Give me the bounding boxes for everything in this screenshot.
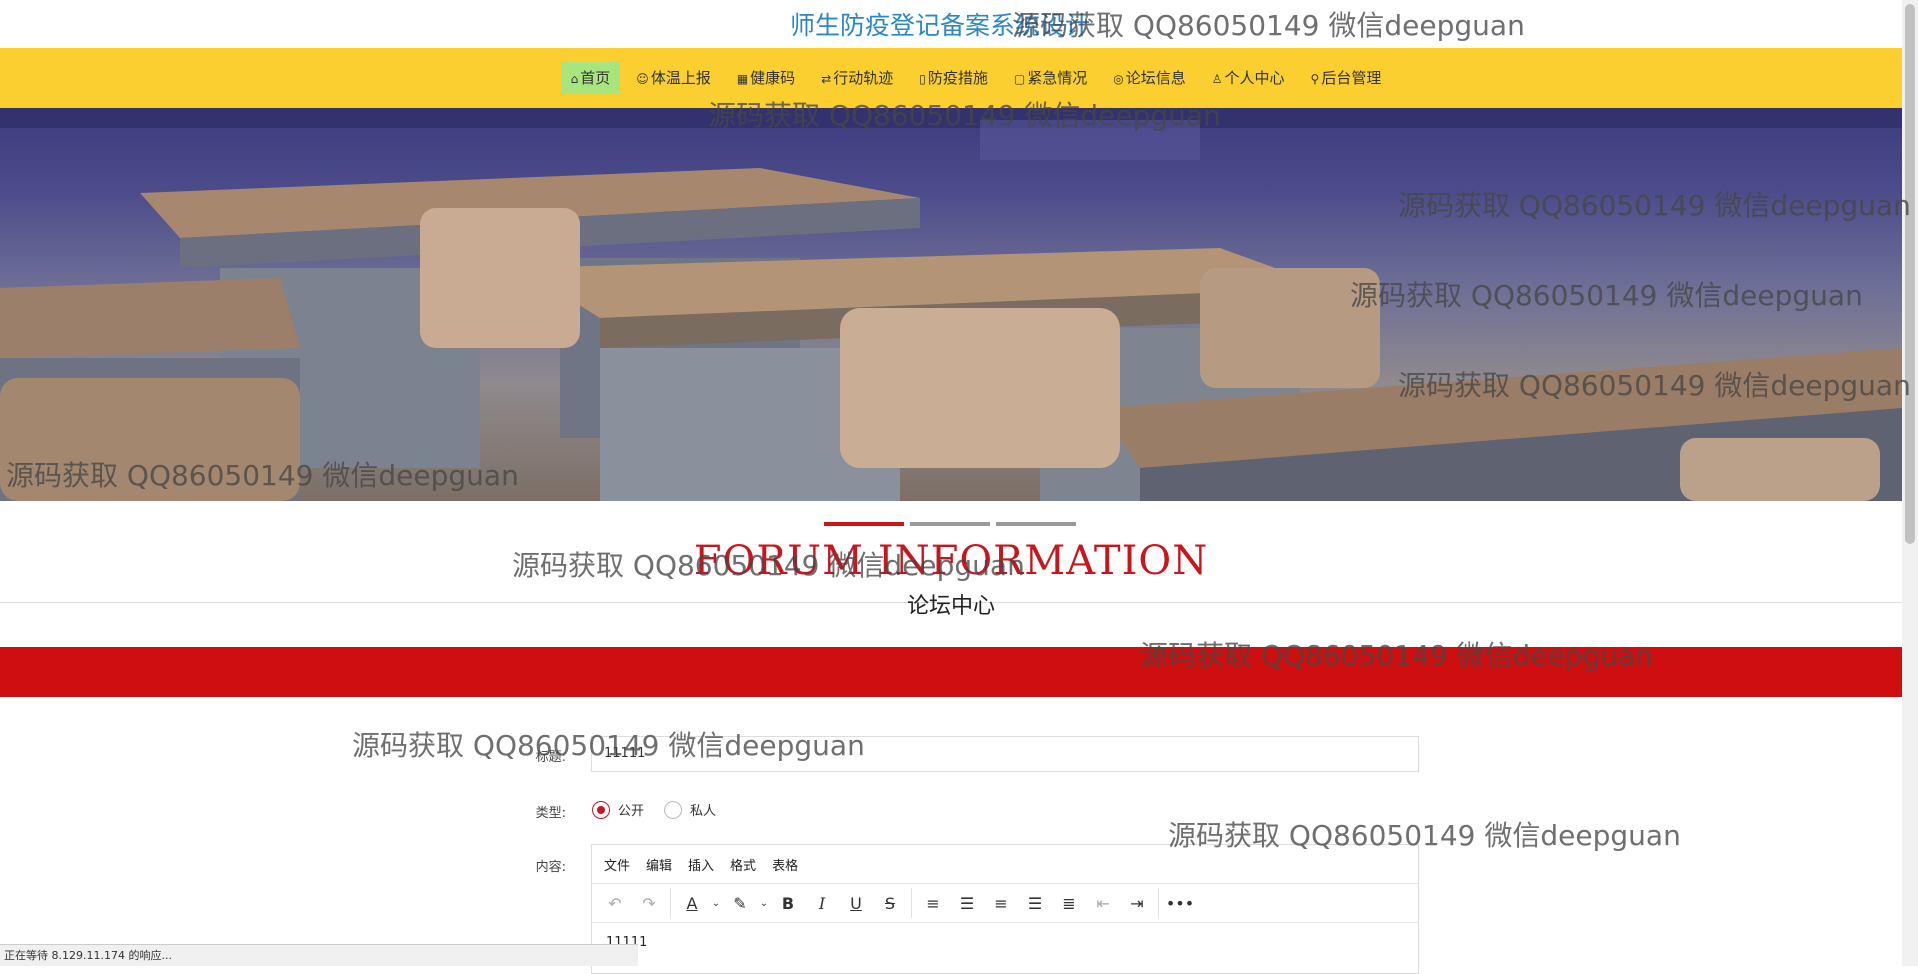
- nav-label: 体温上报: [650, 69, 711, 87]
- title-label: 标题:: [535, 750, 566, 765]
- scroll-thumb[interactable]: [1905, 4, 1915, 544]
- highlight-color-icon[interactable]: ✎: [723, 888, 757, 918]
- radio-public[interactable]: 公开: [592, 800, 644, 819]
- menu-insert[interactable]: 插入: [682, 855, 720, 874]
- nav-item-emergency[interactable]: ▢ 紧急情况: [1004, 62, 1097, 94]
- editor-menubar: 文件 编辑 插入 格式 表格: [592, 845, 1418, 884]
- chevron-down-icon[interactable]: ⌄: [757, 888, 771, 918]
- radio-label: 公开: [618, 804, 645, 819]
- page-scrollbar[interactable]: [1902, 0, 1918, 966]
- browser-status-bar: 正在等待 8.129.11.174 的响应...: [0, 944, 638, 966]
- chevron-down-icon[interactable]: ⌄: [709, 888, 723, 918]
- type-label: 类型:: [535, 806, 566, 821]
- nav-label: 紧急情况: [1027, 69, 1088, 87]
- nav-item-profile[interactable]: ♙ 个人中心: [1202, 62, 1295, 94]
- route-icon: ⇄: [821, 72, 832, 86]
- type-radio-group: 公开 私人: [592, 800, 716, 819]
- align-right-icon[interactable]: ☰: [1018, 888, 1052, 918]
- banner-carousel[interactable]: ➤: [0, 108, 1902, 501]
- carousel-dot-3[interactable]: [996, 522, 1076, 526]
- nav-item-admin[interactable]: ⚲ 后台管理: [1301, 62, 1392, 94]
- menu-edit[interactable]: 编辑: [640, 855, 678, 874]
- editor-content[interactable]: 11111: [592, 923, 1418, 962]
- carousel-dot-2[interactable]: [910, 522, 990, 526]
- section-title-en: FORUM INFORMATION: [693, 538, 1209, 584]
- editor-toolbar: ↶ ↷ A ⌄ ✎ ⌄ B I U S ≡ ☰ ≡ ☰ ≣ ⇤ ⇥ •••: [592, 884, 1418, 923]
- rich-text-editor: 文件 编辑 插入 格式 表格 ↶ ↷ A ⌄ ✎ ⌄ B I U S ≡ ☰ ≡…: [591, 844, 1419, 974]
- nav-label: 防疫措施: [927, 69, 988, 87]
- palette-icon: ☺: [636, 72, 649, 86]
- nav-label: 后台管理: [1321, 69, 1382, 87]
- menu-file[interactable]: 文件: [598, 855, 636, 874]
- carousel-dot-1[interactable]: [824, 522, 904, 526]
- outdent-icon[interactable]: ⇤: [1086, 888, 1120, 918]
- home-icon: ⌂: [570, 72, 579, 86]
- nav-label: 论坛信息: [1125, 69, 1186, 87]
- radio-private[interactable]: 私人: [664, 800, 716, 819]
- radio-checked-icon: [592, 800, 610, 819]
- content-label: 内容:: [535, 860, 566, 875]
- indent-icon[interactable]: ⇥: [1120, 888, 1154, 918]
- main-nav: ⌂ 首页 ☺ 体温上报 ▦ 健康码 ⇄ 行动轨迹 ▯ 防疫措施 ▢ 紧急情况 ◎ 论坛信息 ♙…: [0, 48, 1902, 108]
- nav-item-forum[interactable]: ◎ 论坛信息: [1103, 62, 1196, 94]
- toolbar-divider: [911, 888, 912, 918]
- nav-label: 健康码: [750, 69, 796, 87]
- red-band: [0, 647, 1902, 697]
- align-left-icon[interactable]: ☰: [950, 888, 984, 918]
- banner-image: [0, 108, 1902, 501]
- align-justify-icon[interactable]: ≣: [1052, 888, 1086, 918]
- more-icon[interactable]: •••: [1163, 888, 1197, 918]
- section-title-cn: 论坛中心: [906, 594, 995, 619]
- radio-unchecked-icon: [664, 800, 683, 819]
- link-icon: ⚲: [1310, 72, 1320, 86]
- nav-item-home[interactable]: ⌂ 首页: [560, 62, 621, 94]
- nav-item-trajectory[interactable]: ⇄ 行动轨迹: [811, 62, 903, 94]
- shield-icon: ▯: [919, 72, 926, 86]
- nav-item-temperature[interactable]: ☺ 体温上报: [626, 62, 721, 94]
- line-height-icon[interactable]: ≡: [916, 888, 950, 918]
- toolbar-divider: [670, 888, 671, 918]
- redo-icon[interactable]: ↷: [632, 888, 666, 918]
- qrcode-icon: ▦: [736, 72, 749, 86]
- nav-label: 个人中心: [1224, 69, 1285, 87]
- nav-label: 行动轨迹: [833, 69, 894, 87]
- site-title[interactable]: 师生防疫登记备案系统设计: [790, 6, 1090, 42]
- strikethrough-icon[interactable]: S: [873, 888, 907, 918]
- title-bar: 师生防疫登记备案系统设计: [0, 0, 1902, 48]
- note-icon: ▢: [1013, 72, 1026, 86]
- text-color-icon[interactable]: A: [675, 888, 709, 918]
- undo-icon[interactable]: ↶: [598, 888, 632, 918]
- nav-label: 首页: [580, 69, 611, 87]
- italic-icon[interactable]: I: [805, 888, 839, 918]
- underline-icon[interactable]: U: [839, 888, 873, 918]
- toolbar-divider: [1158, 888, 1159, 918]
- section-header: FORUM INFORMATION 论坛中心: [0, 530, 1902, 619]
- bold-icon[interactable]: B: [771, 888, 805, 918]
- menu-table[interactable]: 表格: [766, 855, 804, 874]
- radio-label: 私人: [690, 804, 717, 819]
- menu-format[interactable]: 格式: [724, 855, 762, 874]
- user-icon: ♙: [1211, 72, 1223, 86]
- chat-icon: ◎: [1113, 72, 1124, 86]
- title-input[interactable]: 11111: [591, 736, 1419, 772]
- nav-item-health-code[interactable]: ▦ 健康码: [727, 62, 805, 94]
- carousel-indicators: [824, 522, 1076, 526]
- align-center-icon[interactable]: ≡: [984, 888, 1018, 918]
- nav-item-measures[interactable]: ▯ 防疫措施: [909, 62, 998, 94]
